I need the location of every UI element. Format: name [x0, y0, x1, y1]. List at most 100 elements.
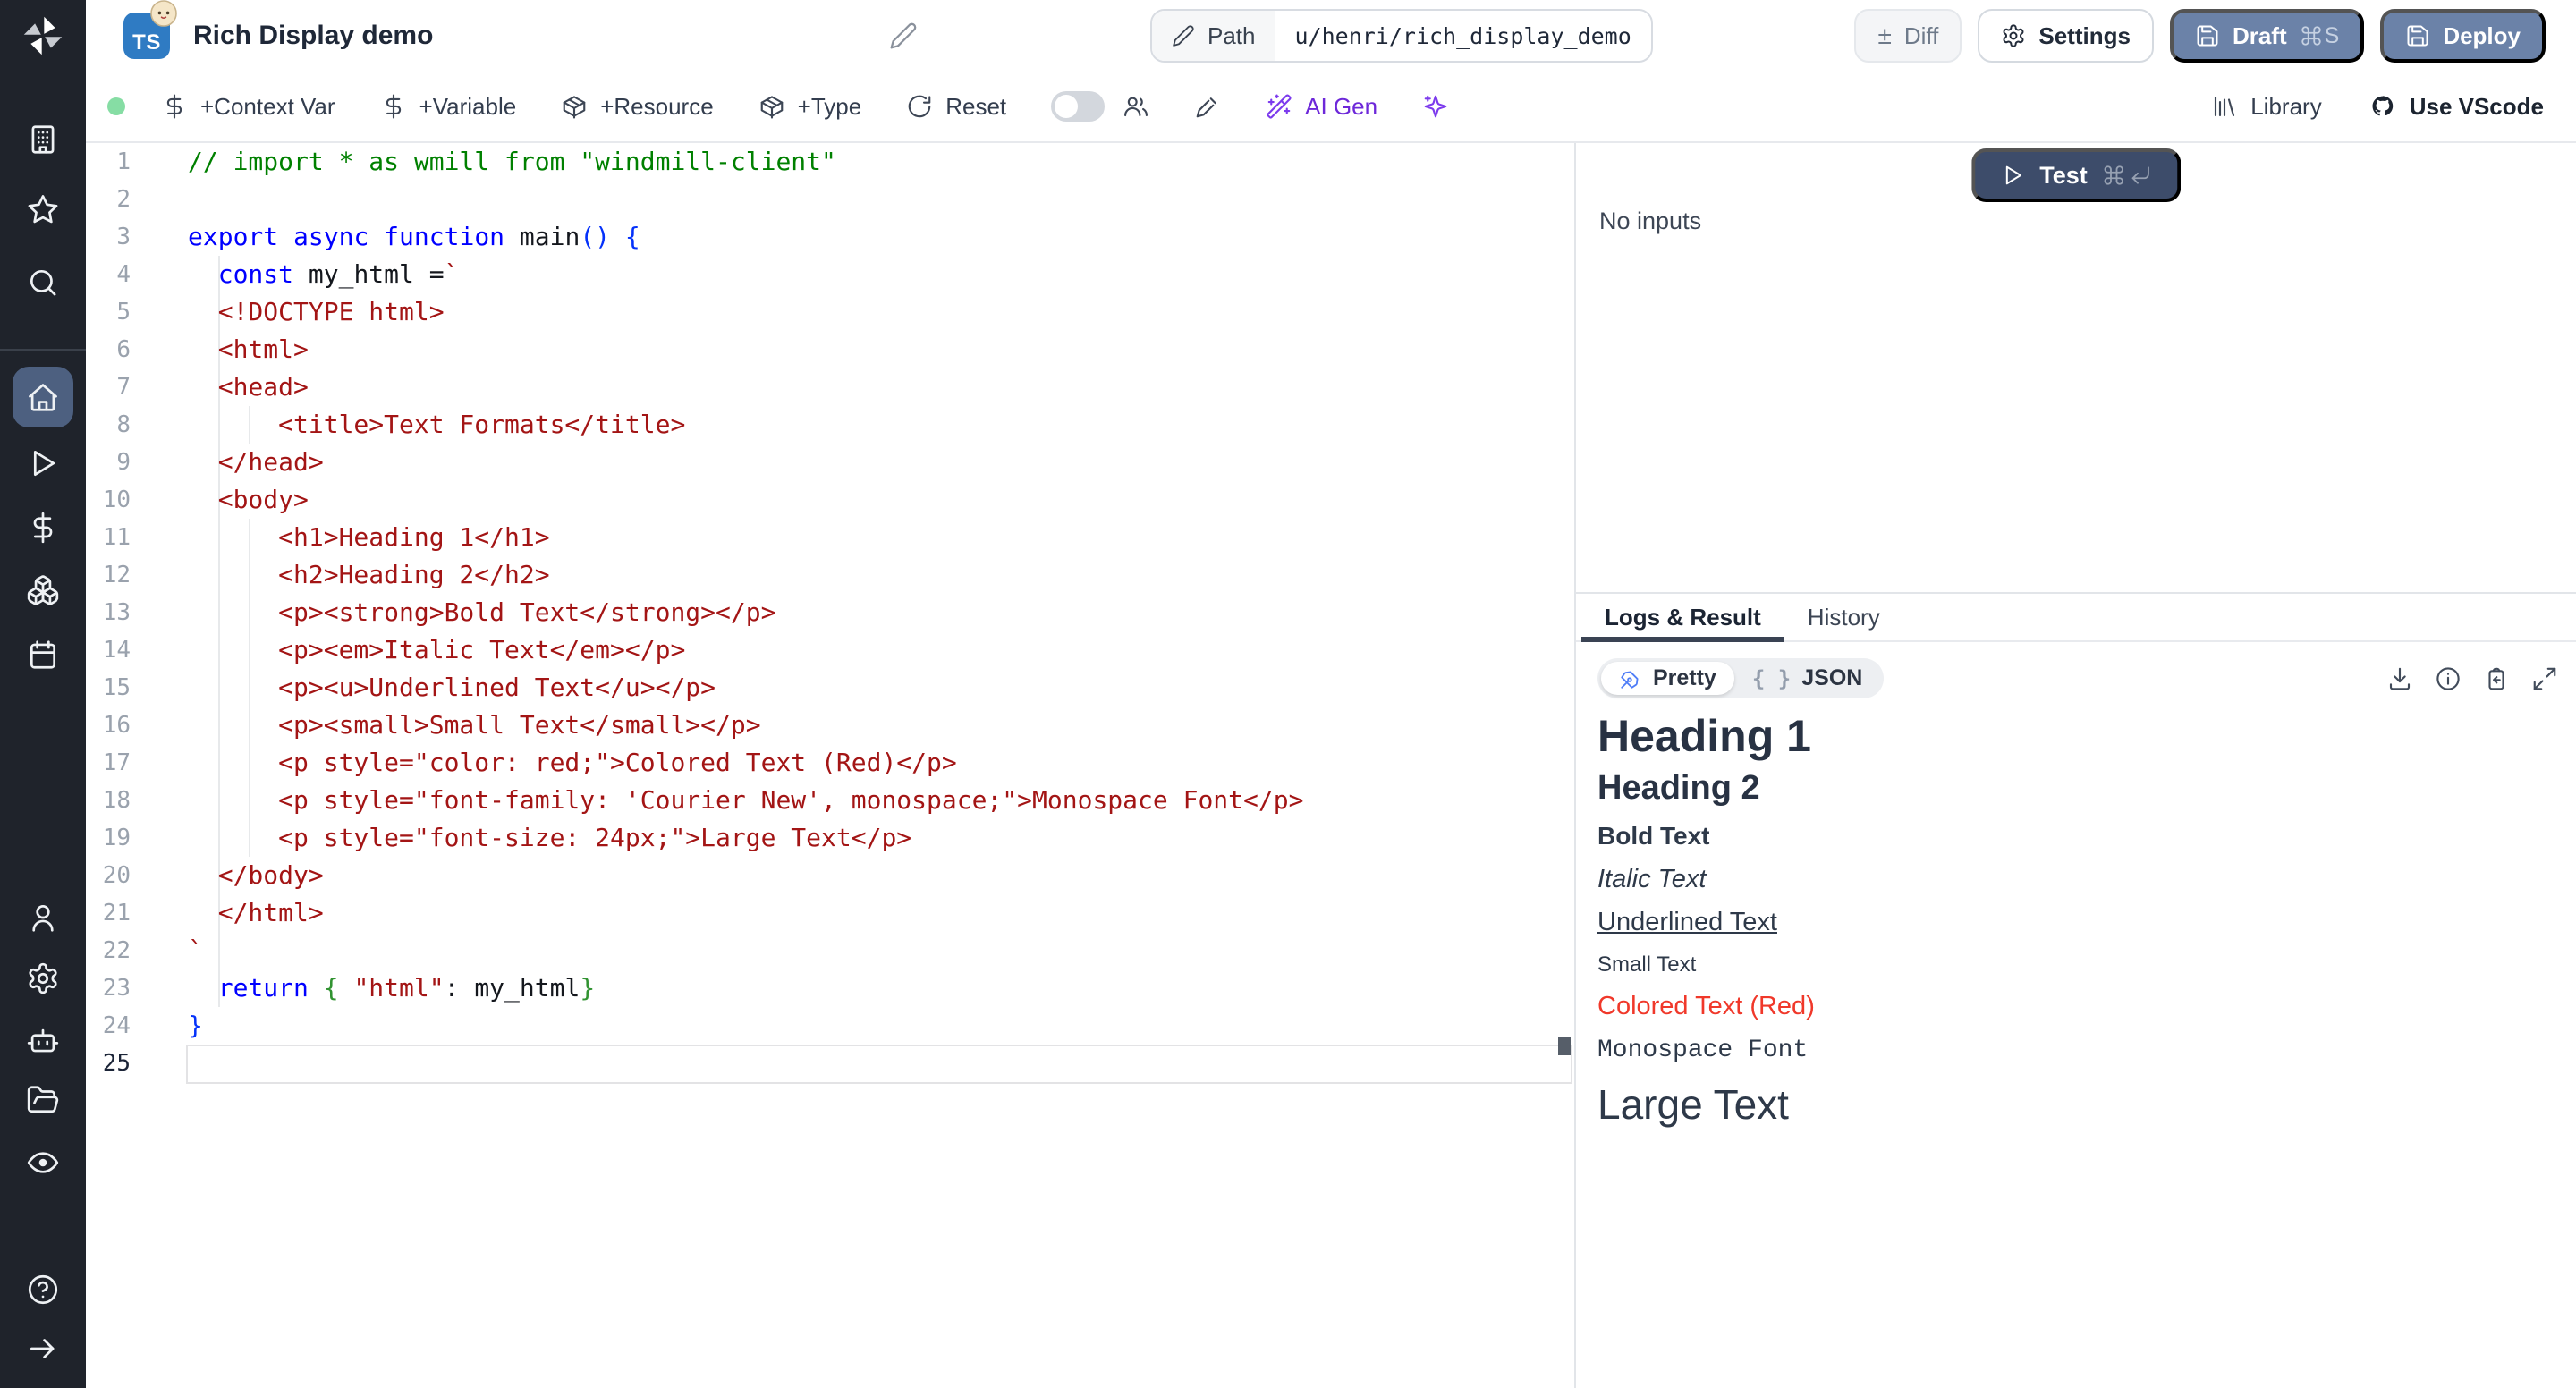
add-resource-button[interactable]: +Resource — [561, 93, 713, 121]
info-icon[interactable] — [2435, 665, 2462, 692]
sidebar-item-workspace[interactable] — [13, 109, 73, 170]
line-number: 6 — [86, 331, 131, 368]
code-line-6[interactable]: 6 <html> — [86, 331, 1574, 368]
code-editor[interactable]: 1// import * as wmill from "windmill-cli… — [86, 143, 1574, 1388]
sidebar-item-schedules[interactable] — [13, 624, 73, 685]
code-text: <p style="font-size: 24px;">Large Text</… — [188, 819, 911, 857]
ai-gen-button[interactable]: AI Gen — [1266, 93, 1377, 121]
test-button[interactable]: Test — [1971, 148, 2181, 202]
add-variable-button[interactable]: +Variable — [380, 93, 517, 121]
wand-icon — [1266, 93, 1292, 120]
line-number: 18 — [86, 782, 131, 819]
sidebar-item-workers[interactable] — [13, 1011, 73, 1071]
logs-result-panel: Logs & Result History Pretty { } JSON He… — [1576, 592, 2576, 1388]
collaborators-button[interactable] — [1123, 93, 1149, 120]
test-shortcut — [2102, 164, 2152, 187]
code-line-5[interactable]: 5 <!DOCTYPE html> — [86, 293, 1574, 331]
add-variable-label: +Variable — [419, 93, 517, 121]
search-icon — [26, 266, 60, 300]
code-line-11[interactable]: 11 <h1>Heading 1</h1> — [86, 519, 1574, 556]
copy-result-icon[interactable] — [2483, 665, 2510, 692]
download-icon[interactable] — [2386, 665, 2413, 692]
draft-button[interactable]: Draft S — [2170, 9, 2364, 63]
code-line-16[interactable]: 16 <p><small>Small Text</small></p> — [86, 707, 1574, 744]
code-line-2[interactable]: 2 — [86, 181, 1574, 218]
view-mode-json[interactable]: { } JSON — [1734, 662, 1880, 695]
code-text: } — [188, 1007, 203, 1045]
diff-button[interactable]: ± Diff — [1854, 9, 1962, 63]
path-label-segment[interactable]: Path — [1152, 11, 1275, 61]
sidebar-item-audit-logs[interactable] — [13, 1132, 73, 1193]
sidebar-item-runs[interactable] — [13, 433, 73, 494]
sidebar-item-search[interactable] — [13, 252, 73, 313]
help-icon — [26, 1273, 60, 1307]
library-button[interactable]: Library — [2211, 93, 2321, 121]
no-inputs-text: No inputs — [1599, 207, 1701, 235]
code-line-22[interactable]: 22` — [86, 932, 1574, 969]
pretty-label: Pretty — [1653, 665, 1716, 691]
settings-button[interactable]: Settings — [1978, 9, 2154, 63]
code-line-4[interactable]: 4 const my_html =` — [86, 256, 1574, 293]
path-label: Path — [1208, 22, 1256, 50]
result-h1: Heading 1 — [1597, 709, 2576, 763]
code-line-9[interactable]: 9 </head> — [86, 444, 1574, 481]
code-line-7[interactable]: 7 <head> — [86, 368, 1574, 406]
code-line-14[interactable]: 14 <p><em>Italic Text</em></p> — [86, 631, 1574, 669]
code-line-23[interactable]: 23 return { "html": my_html} — [86, 969, 1574, 1007]
sidebar-item-home[interactable] — [13, 367, 73, 427]
tab-logs-result[interactable]: Logs & Result — [1581, 594, 1784, 640]
code-line-15[interactable]: 15 <p><u>Underlined Text</u></p> — [86, 669, 1574, 707]
path-input[interactable]: u/henri/rich_display_demo — [1275, 11, 1651, 61]
sidebar-item-resources[interactable] — [13, 560, 73, 621]
code-text: <!DOCTYPE html> — [188, 293, 445, 331]
code-line-12[interactable]: 12 <h2>Heading 2</h2> — [86, 556, 1574, 594]
code-line-10[interactable]: 10 <body> — [86, 481, 1574, 519]
reset-button[interactable]: Reset — [906, 93, 1006, 121]
code-text: // import * as wmill from "windmill-clie… — [188, 143, 836, 181]
format-button[interactable] — [1194, 93, 1221, 120]
code-text: <h1>Heading 1</h1> — [188, 519, 550, 556]
sidebar-item-variables[interactable] — [13, 497, 73, 558]
edit-title-pencil-icon[interactable] — [889, 21, 918, 50]
result-bold: Bold Text — [1597, 818, 2576, 854]
sidebar-item-help[interactable] — [13, 1259, 73, 1320]
code-line-8[interactable]: 8 <title>Text Formats</title> — [86, 406, 1574, 444]
ai-fix-button[interactable] — [1422, 93, 1449, 120]
sidebar-item-expand[interactable] — [13, 1318, 73, 1379]
result-mono: Monospace Font — [1597, 1033, 2576, 1069]
page-title: Rich Display demo — [193, 0, 433, 72]
code-text: <body> — [188, 481, 309, 519]
add-context-var-button[interactable]: +Context Var — [161, 93, 335, 121]
code-line-3[interactable]: 3export async function main() { — [86, 218, 1574, 256]
code-line-24[interactable]: 24} — [86, 1007, 1574, 1045]
braces-icon: { } — [1752, 666, 1791, 691]
sidebar-item-favorites[interactable] — [13, 179, 73, 240]
code-line-1[interactable]: 1// import * as wmill from "windmill-cli… — [86, 143, 1574, 181]
code-line-18[interactable]: 18 <p style="font-family: 'Courier New',… — [86, 782, 1574, 819]
folder-open-icon — [26, 1083, 60, 1117]
code-line-19[interactable]: 19 <p style="font-size: 24px;">Large Tex… — [86, 819, 1574, 857]
sidebar-item-folders[interactable] — [13, 1070, 73, 1130]
use-vscode-button[interactable]: Use VScode — [2368, 92, 2544, 121]
add-type-button[interactable]: +Type — [758, 93, 862, 121]
github-cat-icon — [2368, 92, 2397, 121]
tab-history[interactable]: History — [1784, 594, 1903, 640]
code-text: <h2>Heading 2</h2> — [188, 556, 550, 594]
collaboration-toggle[interactable] — [1051, 91, 1105, 122]
users-icon — [1123, 93, 1149, 120]
code-line-21[interactable]: 21 </html> — [86, 894, 1574, 932]
code-line-25[interactable]: 25 — [86, 1045, 1574, 1082]
expand-icon[interactable] — [2531, 665, 2558, 692]
result-red: Colored Text (Red) — [1597, 988, 2576, 1024]
test-button-label: Test — [2039, 162, 2088, 190]
sidebar-item-users[interactable] — [13, 887, 73, 948]
toolbar-right: Library Use VScode — [2211, 92, 2544, 121]
code-line-20[interactable]: 20 </body> — [86, 857, 1574, 894]
editor-toolbar: +Context Var +Variable +Resource +Type R… — [86, 72, 2576, 143]
code-line-13[interactable]: 13 <p><strong>Bold Text</strong></p> — [86, 594, 1574, 631]
path-field[interactable]: Path u/henri/rich_display_demo — [1150, 9, 1653, 63]
sidebar-item-settings[interactable] — [13, 948, 73, 1009]
code-line-17[interactable]: 17 <p style="color: red;">Colored Text (… — [86, 744, 1574, 782]
deploy-button[interactable]: Deploy — [2380, 9, 2546, 63]
view-mode-pretty[interactable]: Pretty — [1601, 662, 1734, 695]
